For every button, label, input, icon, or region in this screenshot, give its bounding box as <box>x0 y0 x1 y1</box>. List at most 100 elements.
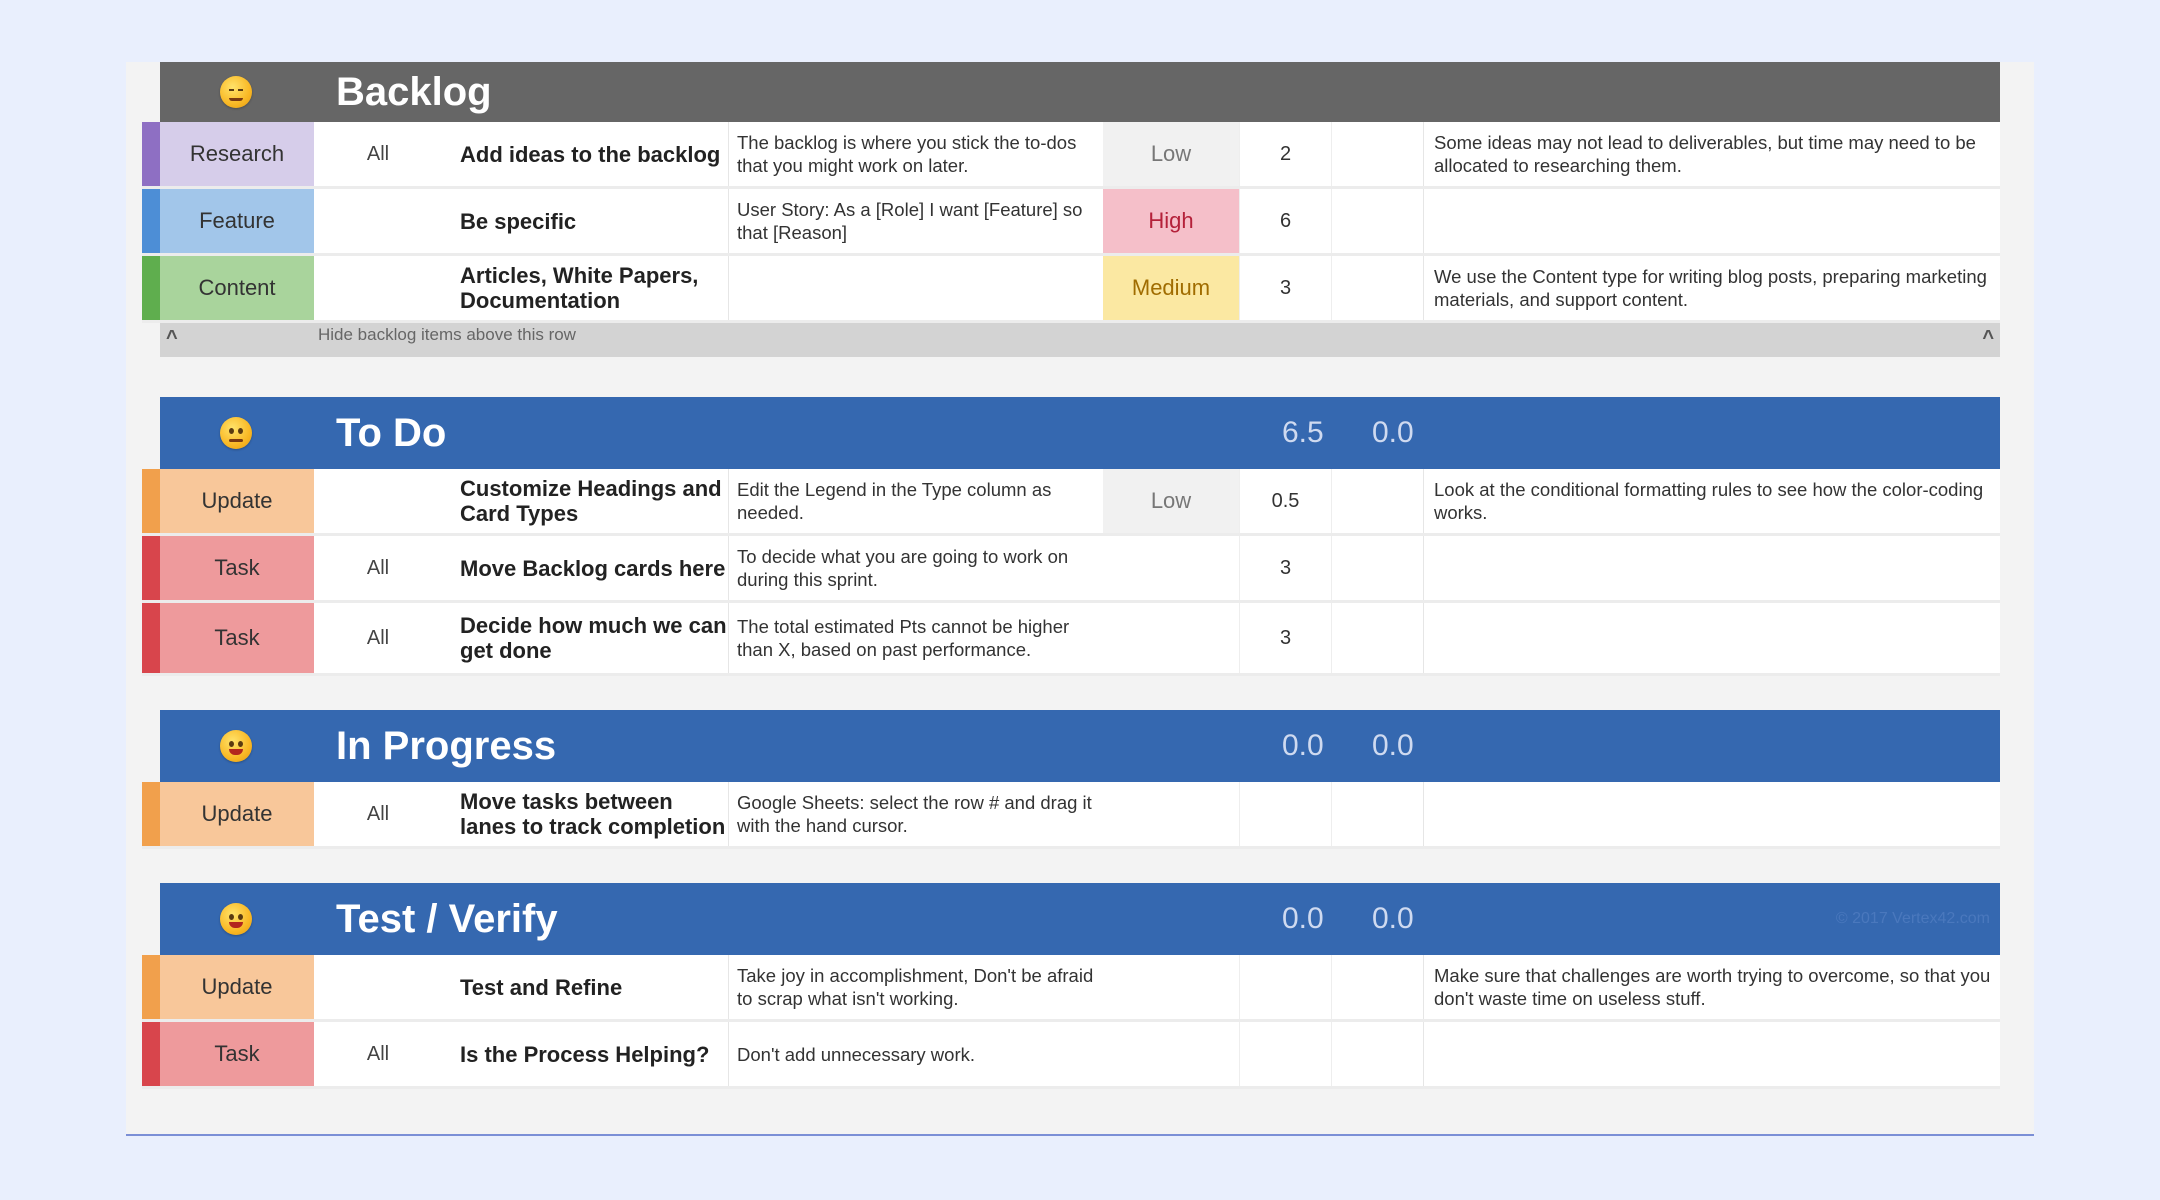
priority-cell[interactable] <box>1103 782 1239 846</box>
task-cell[interactable]: Test and Refine <box>442 955 728 1019</box>
lane-header-todo[interactable]: To Do 6.5 0.0 <box>160 397 2000 469</box>
empty-cell[interactable] <box>1331 122 1423 186</box>
priority-cell[interactable] <box>1103 955 1239 1019</box>
type-cell[interactable]: Task <box>142 536 314 600</box>
hide-backlog-row[interactable]: ^ Hide backlog items above this row ^ <box>160 323 2000 357</box>
lane-in-progress: In Progress 0.0 0.0 Update All Move task… <box>142 710 2000 849</box>
table-row[interactable]: Content Articles, White Papers, Document… <box>142 256 2000 323</box>
who-cell[interactable] <box>314 189 442 253</box>
priority-cell[interactable] <box>1103 536 1239 600</box>
description-cell[interactable]: User Story: As a [Role] I want [Feature]… <box>728 189 1103 253</box>
who-cell[interactable]: All <box>314 122 442 186</box>
type-cell[interactable]: Task <box>142 603 314 673</box>
points-cell[interactable]: 3 <box>1239 536 1331 600</box>
who-cell[interactable]: All <box>314 1022 442 1086</box>
description-cell[interactable]: To decide what you are going to work on … <box>728 536 1103 600</box>
task-cell[interactable]: Customize Headings and Card Types <box>442 469 728 533</box>
points-cell[interactable]: 2 <box>1239 122 1331 186</box>
notes-cell[interactable] <box>1423 536 2000 600</box>
type-cell[interactable]: Feature <box>142 189 314 253</box>
description-cell[interactable]: Don't add unnecessary work. <box>728 1022 1103 1086</box>
table-row[interactable]: Research All Add ideas to the backlog Th… <box>142 122 2000 189</box>
priority-cell[interactable]: Low <box>1103 469 1239 533</box>
points-cell[interactable]: 6 <box>1239 189 1331 253</box>
description-cell[interactable]: The backlog is where you stick the to-do… <box>728 122 1103 186</box>
empty-cell[interactable] <box>1331 256 1423 320</box>
priority-cell[interactable]: Medium <box>1103 256 1239 320</box>
caret-up-icon[interactable]: ^ <box>1982 327 1994 350</box>
lane-title: Test / Verify <box>336 896 558 941</box>
type-cell[interactable]: Update <box>142 782 314 846</box>
priority-cell[interactable] <box>1103 1022 1239 1086</box>
notes-cell[interactable]: Look at the conditional formatting rules… <box>1423 469 2000 533</box>
empty-cell[interactable] <box>1331 536 1423 600</box>
lane-total-points: 6.5 <box>1282 416 1324 449</box>
notes-cell[interactable]: Make sure that challenges are worth tryi… <box>1423 955 2000 1019</box>
who-cell[interactable] <box>314 469 442 533</box>
empty-cell[interactable] <box>1331 1022 1423 1086</box>
type-cell[interactable]: Update <box>142 955 314 1019</box>
task-cell[interactable]: Articles, White Papers, Documentation <box>442 256 728 320</box>
notes-cell[interactable] <box>1423 1022 2000 1086</box>
priority-cell[interactable]: High <box>1103 189 1239 253</box>
lane-test-verify: Test / Verify 0.0 0.0 © 2017 Vertex42.co… <box>142 883 2000 1089</box>
who-cell[interactable]: All <box>314 603 442 673</box>
points-cell[interactable] <box>1239 1022 1331 1086</box>
priority-cell[interactable] <box>1103 603 1239 673</box>
description-cell[interactable]: The total estimated Pts cannot be higher… <box>728 603 1103 673</box>
notes-cell[interactable] <box>1423 189 2000 253</box>
who-cell[interactable]: All <box>314 536 442 600</box>
lane-total-actual: 0.0 <box>1372 902 1414 935</box>
task-cell[interactable]: Add ideas to the backlog <box>442 122 728 186</box>
description-cell[interactable]: Edit the Legend in the Type column as ne… <box>728 469 1103 533</box>
points-cell[interactable]: 0.5 <box>1239 469 1331 533</box>
who-cell[interactable] <box>314 955 442 1019</box>
type-cell[interactable]: Update <box>142 469 314 533</box>
happy-face-icon <box>220 730 252 762</box>
lane-title: Backlog <box>336 69 492 114</box>
points-cell[interactable]: 3 <box>1239 603 1331 673</box>
empty-cell[interactable] <box>1331 955 1423 1019</box>
empty-cell[interactable] <box>1331 603 1423 673</box>
caret-up-icon[interactable]: ^ <box>166 327 178 350</box>
empty-cell[interactable] <box>1331 189 1423 253</box>
table-row[interactable]: Update Test and Refine Take joy in accom… <box>142 955 2000 1022</box>
empty-cell[interactable] <box>1331 782 1423 846</box>
who-cell[interactable]: All <box>314 782 442 846</box>
priority-cell[interactable]: Low <box>1103 122 1239 186</box>
table-row[interactable]: Update All Move tasks between lanes to t… <box>142 782 2000 849</box>
lane-total-points: 0.0 <box>1282 729 1324 762</box>
points-cell[interactable] <box>1239 955 1331 1019</box>
sleepy-face-icon <box>220 76 252 108</box>
task-cell[interactable]: Is the Process Helping? <box>442 1022 728 1086</box>
table-row[interactable]: Update Customize Headings and Card Types… <box>142 469 2000 536</box>
task-cell[interactable]: Move Backlog cards here <box>442 536 728 600</box>
table-row[interactable]: Task All Is the Process Helping? Don't a… <box>142 1022 2000 1089</box>
type-cell[interactable]: Content <box>142 256 314 320</box>
notes-cell[interactable] <box>1423 782 2000 846</box>
type-cell[interactable]: Research <box>142 122 314 186</box>
table-row[interactable]: Task All Move Backlog cards here To deci… <box>142 536 2000 603</box>
table-row[interactable]: Task All Decide how much we can get done… <box>142 603 2000 676</box>
points-cell[interactable] <box>1239 782 1331 846</box>
lane-header-backlog[interactable]: Backlog <box>160 62 2000 122</box>
grinning-face-icon <box>220 903 252 935</box>
lane-header-in-progress[interactable]: In Progress 0.0 0.0 <box>160 710 2000 782</box>
empty-cell[interactable] <box>1331 469 1423 533</box>
type-cell[interactable]: Task <box>142 1022 314 1086</box>
who-cell[interactable] <box>314 256 442 320</box>
table-row[interactable]: Feature Be specific User Story: As a [Ro… <box>142 189 2000 256</box>
description-cell[interactable]: Google Sheets: select the row # and drag… <box>728 782 1103 846</box>
description-cell[interactable] <box>728 256 1103 320</box>
notes-cell[interactable] <box>1423 603 2000 673</box>
lane-todo: To Do 6.5 0.0 Update Customize Headings … <box>142 397 2000 676</box>
points-cell[interactable]: 3 <box>1239 256 1331 320</box>
kanban-board: Backlog Research All Add ideas to the ba… <box>142 62 2000 1089</box>
task-cell[interactable]: Be specific <box>442 189 728 253</box>
description-cell[interactable]: Take joy in accomplishment, Don't be afr… <box>728 955 1103 1019</box>
notes-cell[interactable]: We use the Content type for writing blog… <box>1423 256 2000 320</box>
lane-header-test-verify[interactable]: Test / Verify 0.0 0.0 © 2017 Vertex42.co… <box>160 883 2000 955</box>
task-cell[interactable]: Move tasks between lanes to track comple… <box>442 782 728 846</box>
notes-cell[interactable]: Some ideas may not lead to deliverables,… <box>1423 122 2000 186</box>
task-cell[interactable]: Decide how much we can get done <box>442 603 728 673</box>
